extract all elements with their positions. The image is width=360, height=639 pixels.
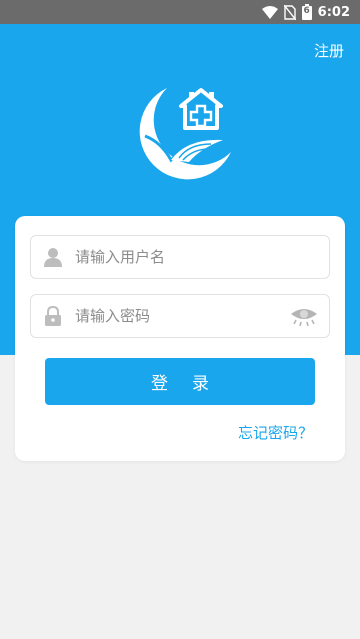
lock-icon — [31, 306, 75, 326]
username-field — [30, 235, 330, 279]
password-input[interactable] — [75, 295, 279, 337]
no-sim-icon — [283, 4, 296, 20]
login-screen: 6 6:02 注册 请输入用户名 登录 忘记密码？ — [0, 0, 360, 639]
login-button[interactable]: 登录 — [45, 358, 315, 405]
status-bar: 6 6:02 — [0, 0, 360, 24]
username-input[interactable] — [75, 236, 329, 278]
register-link[interactable]: 注册 — [314, 40, 344, 61]
eye-closed-icon[interactable] — [279, 306, 329, 326]
forgot-password-link[interactable]: 忘记密码？ — [238, 422, 313, 443]
crane-house-logo-icon — [139, 88, 231, 180]
password-field — [30, 294, 330, 338]
wifi-icon — [261, 5, 278, 19]
battery-icon: 6 — [301, 4, 312, 20]
user-icon — [31, 247, 75, 267]
clock: 6:02 — [317, 4, 350, 20]
login-card: 登录 忘记密码？ — [15, 216, 345, 461]
battery-level: 6 — [303, 6, 310, 16]
